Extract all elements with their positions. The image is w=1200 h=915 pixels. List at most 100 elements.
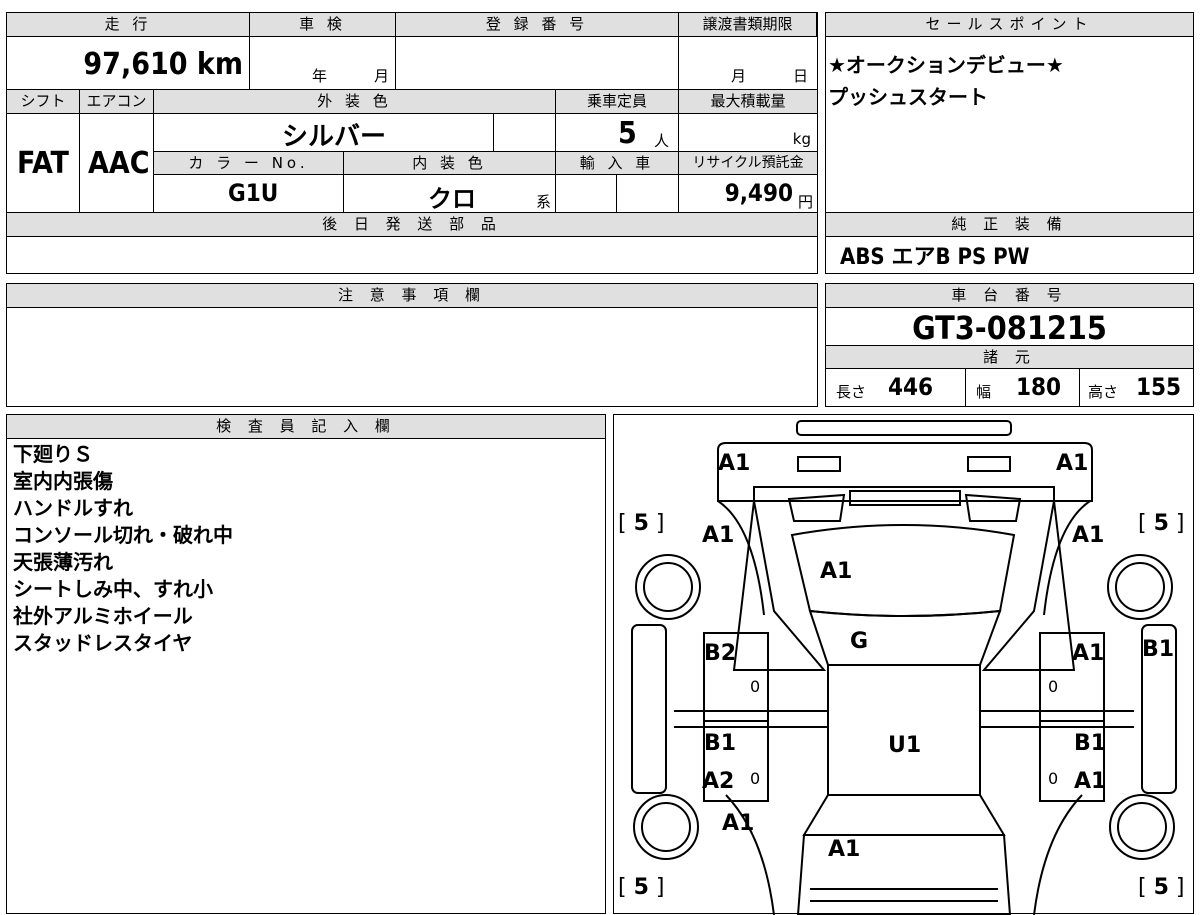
code-right-side: B1 [1142, 637, 1175, 662]
capacity-cell: 5 人 [556, 114, 679, 152]
ext-color-label: 外 装 色 [154, 90, 556, 114]
note-line: ハンドルすれ [13, 496, 133, 520]
registration-label: 登 録 番 号 [396, 13, 679, 37]
note-line: スタッドレスタイヤ [13, 631, 193, 655]
color-no-cell: G1U [154, 175, 344, 213]
code-rear-right-door-2: A1 [1074, 769, 1107, 794]
sales-point-line-1: ★オークションデビュー★ [828, 53, 1064, 77]
shaken-month: 月 [374, 67, 390, 85]
tire-depth-bottom-right: [ 5 ] [1138, 875, 1185, 900]
sales-point-label: セールスポイント [826, 13, 1193, 37]
chassis-label: 車 台 番 号 [826, 284, 1193, 308]
transfer-month: 月 [731, 67, 747, 85]
capacity-unit: 人 [654, 132, 670, 150]
inspector-label: 検 査 員 記 入 欄 [7, 415, 605, 439]
int-color-value: クロ [428, 185, 476, 213]
car-damage-diagram: A1 A1 A1 A1 A1 G B2 A1 B1 U1 B1 A2 B1 A1… [613, 414, 1194, 915]
code-fl-fender: A1 [702, 523, 735, 548]
chassis-value: GT3-081215 [912, 309, 1107, 347]
width-label: 幅 [976, 383, 992, 401]
code-roof: U1 [888, 733, 922, 758]
note-line: シートしみ中、すれ小 [13, 577, 213, 601]
tire-depth-top-right: [ 5 ] [1138, 511, 1185, 536]
tire-depth-top-left: [ 5 ] [618, 511, 665, 536]
maxload-cell: kg [679, 114, 817, 152]
mileage-value: 97,610 km [83, 47, 243, 82]
import-cell-b [617, 175, 679, 213]
capacity-value: 5 [618, 116, 637, 151]
zero-mark: 0 [1048, 769, 1059, 788]
code-hood: A1 [820, 559, 853, 584]
car-outline [631, 420, 1177, 915]
vehicle-info-table: 走 行 車 検 登 録 番 号 譲渡書類期限 97,610 km 年 月 月 日… [6, 12, 818, 213]
ext-color-value: シルバー [282, 122, 387, 152]
sales-point-section: セールスポイント ★オークションデビュー★ プッシュスタート [825, 12, 1194, 213]
sales-point-line-2: プッシュスタート [828, 85, 988, 109]
shift-value: FAT [17, 146, 69, 181]
transfer-day: 日 [793, 67, 809, 85]
ext-color-extra-cell [494, 114, 556, 152]
equipment-section: 純 正 装 備 ABS エアB PS PW [825, 212, 1194, 274]
equipment-label: 純 正 装 備 [826, 213, 1193, 237]
equipment-value: ABS エアB PS PW [840, 245, 1030, 270]
ac-value: AAC [88, 146, 150, 181]
ac-cell: AAC [80, 114, 154, 213]
inspector-section: 検 査 員 記 入 欄 下廻りＳ 室内内張傷 ハンドルすれ コンソール切れ・破れ… [6, 414, 606, 914]
length-value: 446 [888, 373, 934, 401]
inspector-notes: 下廻りＳ 室内内張傷 ハンドルすれ コンソール切れ・破れ中 天張薄汚れ シートし… [13, 441, 233, 657]
spec-length: 長さ 446 [826, 369, 966, 406]
int-color-cell: クロ 系 [344, 175, 556, 213]
code-rl-fender: A1 [722, 811, 755, 836]
shaken-label: 車 検 [250, 13, 396, 37]
code-rear-right: A1 [1056, 451, 1089, 476]
height-value: 155 [1136, 373, 1182, 401]
registration-cell [396, 37, 679, 90]
spec-height: 高さ 155 [1080, 369, 1193, 406]
color-no-value: G1U [228, 179, 279, 207]
spec-label: 諸 元 [826, 345, 1193, 369]
note-line: コンソール切れ・破れ中 [13, 523, 233, 547]
transfer-deadline-label: 譲渡書類期限 [679, 13, 817, 37]
shaken-year: 年 [312, 67, 328, 85]
code-rear-left-door-1: B1 [704, 731, 737, 756]
import-cell-a [556, 175, 617, 213]
mileage-cell: 97,610 km [7, 37, 250, 90]
recycle-unit: 円 [797, 193, 813, 211]
ext-color-cell: シルバー [154, 114, 494, 152]
int-color-label: 内 装 色 [344, 152, 556, 175]
caution-section: 注 意 事 項 欄 [6, 283, 818, 407]
maxload-label: 最大積載量 [679, 90, 817, 114]
chassis-section: 車 台 番 号 GT3-081215 諸 元 長さ 446 幅 180 高さ 1… [825, 283, 1194, 407]
shift-cell: FAT [7, 114, 80, 213]
code-rear-right-door-1: B1 [1074, 731, 1107, 756]
shift-label: シフト [7, 90, 80, 114]
length-label: 長さ [836, 383, 867, 401]
height-label: 高さ [1088, 383, 1119, 401]
note-line: 天張薄汚れ [13, 550, 113, 574]
int-color-suffix: 系 [536, 193, 552, 211]
mileage-label: 走 行 [7, 13, 250, 37]
note-line: 室内内張傷 [13, 469, 113, 493]
recycle-value: 9,490 [724, 179, 793, 207]
recycle-label: リサイクル預託金 [679, 152, 817, 175]
ac-label: エアコン [80, 90, 154, 114]
zero-mark: 0 [1048, 677, 1059, 696]
caution-label: 注 意 事 項 欄 [7, 284, 817, 308]
maxload-unit: kg [792, 130, 811, 148]
shaken-cell: 年 月 [250, 37, 396, 90]
code-rear-left: A1 [718, 451, 751, 476]
color-no-label: カ ラ ー No. [154, 152, 344, 175]
later-parts-section: 後 日 発 送 部 品 [6, 212, 818, 274]
recycle-cell: 9,490 円 [679, 175, 817, 213]
later-parts-label: 後 日 発 送 部 品 [7, 213, 817, 237]
code-windshield: G [850, 629, 869, 654]
code-front-right-door: A1 [1072, 641, 1105, 666]
transfer-cell: 月 日 [679, 37, 817, 90]
code-trunk: A1 [828, 837, 861, 862]
code-front-left-door: B2 [704, 641, 737, 666]
width-value: 180 [1016, 373, 1062, 401]
capacity-label: 乗車定員 [556, 90, 679, 114]
tire-depth-bottom-left: [ 5 ] [618, 875, 665, 900]
zero-mark: 0 [750, 769, 761, 788]
import-label: 輸 入 車 [556, 152, 679, 175]
